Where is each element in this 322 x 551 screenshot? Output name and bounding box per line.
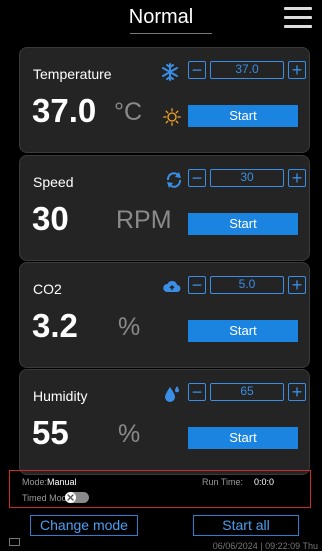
snowflake-icon[interactable] [160,62,180,82]
status-panel: Mode:Manual Run Time: 0:0:0 Timed Mode: [9,470,311,508]
start-all-button[interactable]: Start all [193,515,299,536]
co2-unit: % [118,313,141,341]
co2-minus-button[interactable]: − [188,276,206,294]
cloud-upload-icon[interactable] [162,277,182,297]
speed-start-button[interactable]: Start [188,213,298,235]
page-title: Normal [128,6,194,28]
timed-mode-toggle[interactable] [65,492,89,503]
humidity-minus-button[interactable]: − [188,383,206,401]
humidity-plus-button[interactable]: + [288,383,306,401]
speed-setpoint-field[interactable]: 30 [210,169,284,187]
runtime-label: Run Time: [202,477,244,487]
temperature-minus-button[interactable]: − [188,61,206,79]
co2-setpoint-field[interactable]: 5.0 [210,276,284,294]
humidity-unit: % [118,420,141,448]
temperature-unit: °C [114,98,143,126]
water-drop-icon[interactable] [162,384,182,404]
temperature-label: Temperature [33,66,112,82]
co2-card: CO2 3.2 % − 5.0 + Start [19,262,310,368]
speed-value: 30 [32,200,69,237]
change-mode-button[interactable]: Change mode [30,515,138,536]
screen-icon[interactable] [9,538,20,546]
co2-label: CO2 [33,281,62,297]
speed-label: Speed [33,174,74,190]
sun-icon[interactable] [163,108,181,126]
humidity-card: Humidity 55 % − 65 + Start [19,369,310,475]
temperature-plus-button[interactable]: + [288,61,306,79]
co2-start-button[interactable]: Start [188,320,298,342]
humidity-value: 55 [32,414,69,451]
temperature-start-button[interactable]: Start [188,105,298,127]
close-icon [67,494,74,501]
co2-value: 3.2 [32,307,78,344]
title-underline [130,33,212,34]
humidity-start-button[interactable]: Start [188,427,298,449]
co2-plus-button[interactable]: + [288,276,306,294]
temperature-value: 37.0 [32,92,97,129]
humidity-label: Humidity [33,388,88,404]
rotate-icon[interactable] [164,170,184,190]
header-bar: Normal [0,0,322,36]
speed-card: Speed 30 RPM − 30 + Start [19,155,310,261]
mode-status: Mode:Manual [22,477,77,487]
speed-unit: RPM [116,206,172,234]
hamburger-menu-icon[interactable] [284,6,312,30]
mode-value: Manual [47,477,77,487]
mode-label: Mode: [22,477,48,487]
runtime-value: 0:0:0 [254,477,275,487]
temperature-setpoint-field[interactable]: 37.0 [210,61,284,79]
humidity-setpoint-field[interactable]: 65 [210,383,284,401]
speed-plus-button[interactable]: + [288,169,306,187]
speed-minus-button[interactable]: − [188,169,206,187]
temperature-card: Temperature 37.0 °C − 37.0 + Start [19,47,310,153]
